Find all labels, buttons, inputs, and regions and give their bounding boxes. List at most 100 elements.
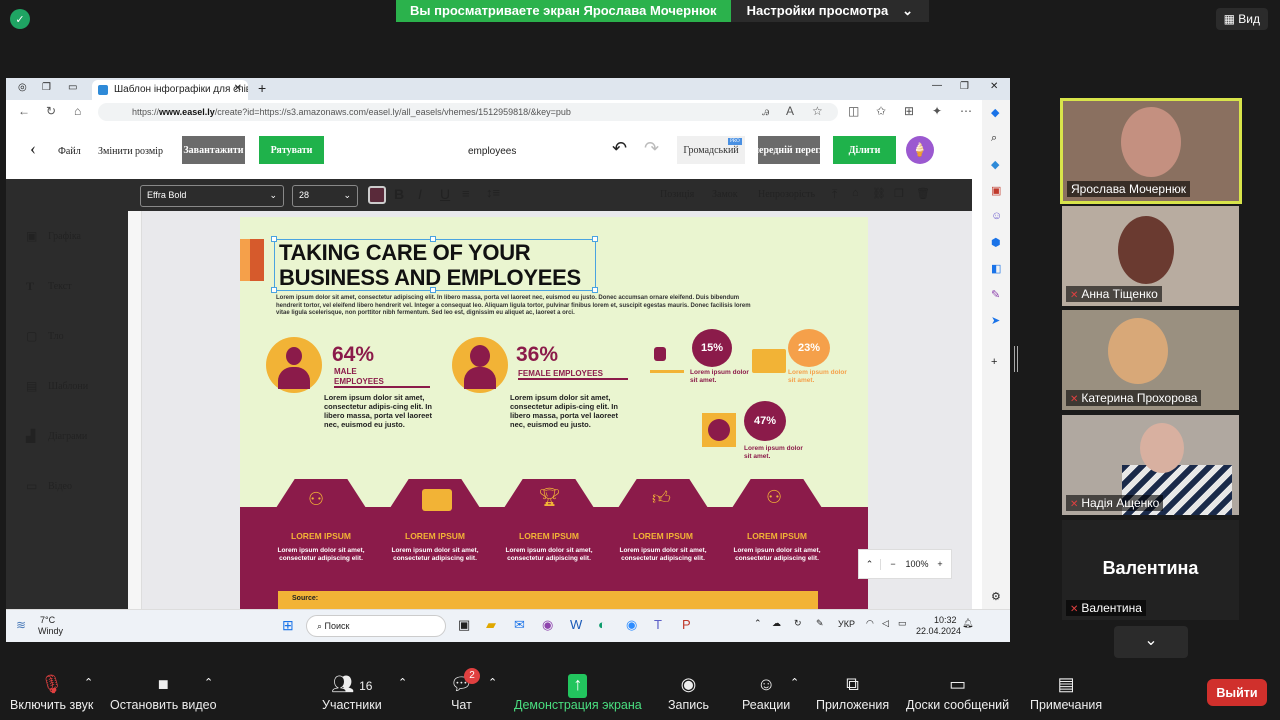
collections-icon[interactable]: ❐: [42, 82, 51, 93]
profile-icon[interactable]: ◎: [18, 82, 27, 93]
tag-icon[interactable]: ◆: [991, 158, 999, 171]
position-menu[interactable]: Позиція: [660, 189, 694, 200]
trash-icon[interactable]: 🗑: [916, 187, 930, 200]
reactions-button[interactable]: ☺ Реакции: [742, 674, 790, 712]
window-close-icon[interactable]: ✕: [990, 81, 998, 92]
mail-icon[interactable]: ✉: [514, 617, 525, 633]
favorites-icon[interactable]: ✩: [876, 104, 886, 118]
powerpoint-icon[interactable]: P: [682, 617, 691, 632]
settings-gear-icon[interactable]: ⚙: [991, 590, 1001, 603]
file-explorer-icon[interactable]: ▰: [486, 617, 496, 633]
split-screen-icon[interactable]: ◫: [848, 104, 859, 118]
taskbar-search[interactable]: ⌕ Поиск: [306, 615, 446, 637]
view-settings-button[interactable]: Настройки просмотра ⌄: [730, 0, 930, 22]
notification-bell-icon[interactable]: 🔔︎: [962, 618, 973, 629]
new-tab-icon[interactable]: +: [258, 80, 266, 96]
copy-icon[interactable]: ❐: [894, 187, 904, 200]
nav-charts[interactable]: ▟ Діаграми: [26, 429, 87, 444]
nav-background[interactable]: ▢ Тло: [26, 329, 64, 344]
whiteboards-button[interactable]: ▭ Доски сообщений: [906, 674, 1009, 712]
task-view-icon[interactable]: ▣: [458, 617, 470, 633]
document-name[interactable]: employees: [468, 146, 516, 157]
nav-video[interactable]: ▭ Відео: [26, 479, 72, 494]
sync-icon[interactable]: ↻: [794, 618, 802, 629]
collections-add-icon[interactable]: ⊞: [904, 104, 914, 118]
bring-front-icon[interactable]: ⤒: [832, 187, 837, 202]
extensions-icon[interactable]: ✦: [932, 104, 942, 118]
chevron-up-icon[interactable]: ⌃: [84, 676, 93, 689]
splitter-handle[interactable]: [1014, 346, 1018, 372]
participant-tile-active-speaker[interactable]: Ярослава Мочернюк: [1060, 98, 1242, 204]
opacity-menu[interactable]: Непрозорість: [758, 189, 815, 200]
language-indicator[interactable]: УКР: [838, 619, 855, 629]
more-participants-chevron-icon[interactable]: ⌄: [1114, 626, 1188, 658]
pen-icon[interactable]: ✎: [816, 618, 824, 629]
url-field[interactable]: https://www.easel.ly/create?id=https://s…: [98, 103, 838, 121]
chevron-up-icon[interactable]: ⌃: [398, 676, 407, 689]
link-icon[interactable]: ⛓: [872, 187, 886, 200]
outlook-icon[interactable]: ◧: [991, 262, 1001, 275]
favorite-star-icon[interactable]: ☆: [812, 104, 823, 118]
resize-handle[interactable]: [430, 236, 436, 242]
participant-tile[interactable]: ✕ Надія Ащенко: [1062, 415, 1239, 515]
undo-icon[interactable]: ↶: [612, 138, 627, 159]
office-icon[interactable]: ⬢: [991, 236, 1001, 249]
selected-title-textbox[interactable]: TAKING CARE OF YOUR BUSINESS AND EMPLOYE…: [274, 239, 596, 291]
chevron-up-icon[interactable]: ⌃: [488, 676, 497, 689]
shield-icon[interactable]: ✓: [10, 9, 30, 29]
chevron-up-icon[interactable]: ⌃: [859, 558, 881, 570]
add-icon[interactable]: +: [991, 356, 997, 368]
restore-icon[interactable]: ❐: [960, 81, 969, 92]
wifi-icon[interactable]: ◠: [866, 618, 874, 629]
resize-handle[interactable]: [271, 236, 277, 242]
zoom-out-button[interactable]: −: [881, 559, 905, 569]
tab-actions-icon[interactable]: ▭: [68, 82, 77, 93]
file-menu[interactable]: Файл: [58, 146, 81, 157]
browser-tab[interactable]: Шаблон інфографіки для співр ✕: [92, 80, 248, 100]
volume-icon[interactable]: ◁: [882, 618, 889, 629]
participant-tile[interactable]: ✕ Катерина Прохорова: [1062, 310, 1239, 410]
text-size-icon[interactable]: A: [786, 104, 794, 118]
participants-button[interactable]: 👥︎ 16 Участники: [322, 674, 382, 712]
battery-icon[interactable]: ▭: [898, 618, 907, 629]
refresh-icon[interactable]: ↻: [46, 104, 56, 118]
bold-icon[interactable]: B: [394, 186, 404, 202]
tag-icon[interactable]: ⌂: [852, 187, 859, 199]
line-height-icon[interactable]: ↕≡: [486, 185, 500, 200]
user-avatar[interactable]: 🍦: [906, 136, 934, 164]
zoom-in-button[interactable]: +: [929, 559, 951, 569]
zoom-app-icon[interactable]: ◉: [626, 617, 637, 633]
resize-handle[interactable]: [271, 287, 277, 293]
apps-button[interactable]: ⧉ Приложения: [816, 674, 889, 712]
clock-date[interactable]: 22.04.2024: [916, 626, 961, 636]
copilot-icon[interactable]: ◆: [991, 106, 999, 119]
record-button[interactable]: ◉ Запись: [668, 674, 709, 712]
chevron-up-icon[interactable]: ⌃: [790, 676, 799, 689]
resize-handle[interactable]: [592, 287, 598, 293]
back-chevron-icon[interactable]: ‹: [30, 138, 36, 159]
unmute-button[interactable]: 🎙︎ Включить звук: [10, 674, 93, 712]
align-icon[interactable]: ≡: [462, 186, 470, 201]
save-button[interactable]: Рятувати: [259, 136, 324, 164]
lock-menu[interactable]: Замок: [712, 189, 738, 200]
participant-tile[interactable]: ✕ Анна Тіщенко: [1062, 206, 1239, 306]
resize-handle[interactable]: [430, 287, 436, 293]
nav-graphics[interactable]: ▣ Графіка: [26, 229, 81, 244]
close-icon[interactable]: ✕: [234, 83, 242, 94]
underline-icon[interactable]: U: [440, 186, 450, 202]
tray-icon[interactable]: ☁: [772, 618, 781, 629]
windows-start-icon[interactable]: ⊞: [282, 617, 294, 634]
minimize-icon[interactable]: —: [932, 80, 942, 91]
text-color-swatch[interactable]: [368, 186, 386, 204]
back-arrow-icon[interactable]: ←: [18, 104, 30, 118]
redo-icon[interactable]: ↷: [644, 138, 659, 159]
notes-button[interactable]: ▤ Примечания: [1030, 674, 1102, 712]
more-icon[interactable]: ⋯: [960, 104, 972, 118]
participant-tile[interactable]: Валентина ✕ Валентина: [1062, 520, 1239, 620]
copilot-icon[interactable]: ◉: [542, 617, 553, 633]
share-button[interactable]: Ділити: [833, 136, 896, 164]
resize-menu[interactable]: Змінити розмір: [98, 146, 163, 157]
clock-time[interactable]: 10:32: [934, 615, 957, 625]
view-button[interactable]: ▦ Вид: [1215, 8, 1268, 30]
people-icon[interactable]: ☺: [991, 210, 1002, 222]
